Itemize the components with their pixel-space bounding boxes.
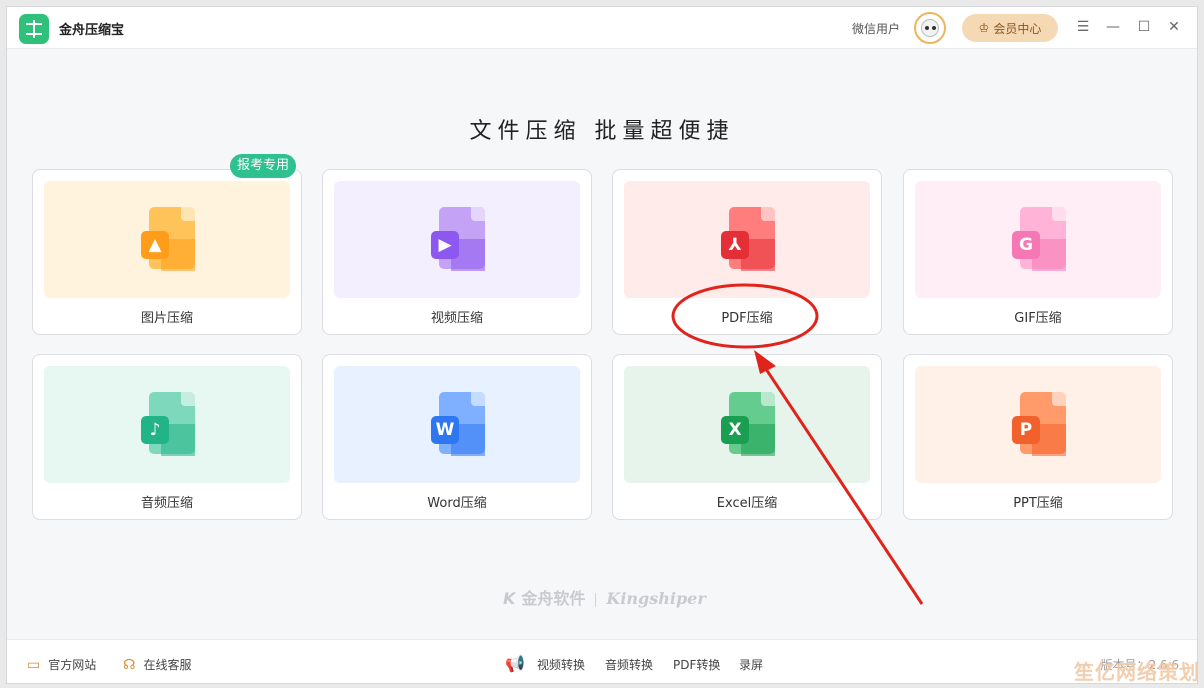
tool-card-label: GIF压缩 xyxy=(1014,311,1062,326)
tool-card-preview: ▲ xyxy=(44,181,290,298)
crown-icon: ♔ xyxy=(978,21,990,35)
file-type-badge: ⅄ xyxy=(721,231,749,259)
tool-card-2[interactable]: ⅄ PDF压缩 xyxy=(612,169,882,335)
tool-card-label: Excel压缩 xyxy=(716,496,778,511)
app-logo-icon xyxy=(19,14,49,44)
page-headline: 文件压缩 批量超便捷 xyxy=(469,119,735,144)
vip-center-button[interactable]: ♔ 会员中心 xyxy=(962,14,1058,42)
official-site-label: 官方网站 xyxy=(48,658,97,672)
tool-card-preview: X xyxy=(624,366,870,483)
brand-en: Kingshiper xyxy=(606,589,706,608)
tool-card-0[interactable]: ▲ 图片压缩 xyxy=(32,169,302,335)
title-bar: 金舟压缩宝 微信用户 ♔ 会员中心 ☰ — ☐ ✕ xyxy=(7,7,1197,49)
brand-cn: 金舟软件 xyxy=(521,589,586,608)
footer-bar: ▭ 官方网站 ☊ 在线客服 📢 视频转换 音频转换 PDF转换 录屏 版本号：2… xyxy=(7,639,1197,683)
online-service-label: 在线客服 xyxy=(143,658,192,672)
minimize-button[interactable]: — xyxy=(1103,17,1123,37)
tool-card-7[interactable]: P PPT压缩 xyxy=(903,354,1173,520)
tool-card-preview: W xyxy=(334,366,580,483)
kingshiper-logo-icon: K xyxy=(501,589,518,608)
menu-icon: ☰ xyxy=(1076,19,1090,35)
excel-file-icon: X xyxy=(717,386,781,460)
tool-card-5[interactable]: W Word压缩 xyxy=(322,354,592,520)
tool-card-4[interactable]: ♪ 音频压缩 xyxy=(32,354,302,520)
app-title: 金舟压缩宝 xyxy=(59,23,125,38)
file-type-badge: G xyxy=(1012,231,1040,259)
video-convert-link[interactable]: 视频转换 xyxy=(537,656,585,673)
file-type-badge: W xyxy=(431,416,459,444)
maximize-icon: ☐ xyxy=(1137,19,1151,35)
monitor-icon: ▭ xyxy=(27,656,41,673)
tool-card-preview: ⅄ xyxy=(624,181,870,298)
audio-convert-link[interactable]: 音频转换 xyxy=(605,656,653,673)
tool-card-preview: G xyxy=(915,181,1161,298)
video-file-icon: ▶ xyxy=(427,201,491,275)
image-file-icon: ▲ xyxy=(137,201,201,275)
ppt-file-icon: P xyxy=(1008,386,1072,460)
tool-card-3[interactable]: G GIF压缩 xyxy=(903,169,1173,335)
brand-watermark: K 金舟软件 Kingshiper xyxy=(501,585,706,609)
file-type-badge: ▶ xyxy=(431,231,459,259)
tool-card-preview: ♪ xyxy=(44,366,290,483)
tool-card-label: 图片压缩 xyxy=(140,311,193,326)
maximize-button[interactable]: ☐ xyxy=(1134,17,1154,37)
avatar[interactable] xyxy=(914,12,946,44)
close-icon: ✕ xyxy=(1168,19,1180,35)
tool-card-preview: P xyxy=(915,366,1161,483)
panda-avatar-icon xyxy=(921,19,939,37)
minimize-icon: — xyxy=(1106,19,1120,35)
pdf-file-icon: ⅄ xyxy=(717,201,781,275)
tool-card-1[interactable]: ▶ 视频压缩 xyxy=(322,169,592,335)
tool-card-label: 视频压缩 xyxy=(430,311,483,326)
pdf-convert-link[interactable]: PDF转换 xyxy=(673,656,720,673)
gif-file-icon: G xyxy=(1008,201,1072,275)
exam-badge: 报考专用 xyxy=(230,154,297,178)
file-type-badge: P xyxy=(1012,416,1040,444)
file-type-badge: ♪ xyxy=(141,416,169,444)
online-service-link[interactable]: ☊ 在线客服 xyxy=(123,656,191,673)
file-type-badge: ▲ xyxy=(141,231,169,259)
close-button[interactable]: ✕ xyxy=(1164,17,1184,37)
audio-file-icon: ♪ xyxy=(137,386,201,460)
user-name[interactable]: 微信用户 xyxy=(852,20,900,37)
tool-card-label: PDF压缩 xyxy=(721,311,773,326)
headset-icon: ☊ xyxy=(123,656,136,673)
official-site-link[interactable]: ▭ 官方网站 xyxy=(27,656,96,673)
corner-watermark: 笙亿网络策划 xyxy=(1074,660,1200,684)
tool-card-6[interactable]: X Excel压缩 xyxy=(612,354,882,520)
app-window: 金舟压缩宝 微信用户 ♔ 会员中心 ☰ — ☐ ✕ 文件压缩 批量超便捷 ▲ 图片… xyxy=(6,6,1198,684)
menu-button[interactable]: ☰ xyxy=(1073,17,1093,37)
tool-card-preview: ▶ xyxy=(334,181,580,298)
megaphone-icon: 📢 xyxy=(505,654,525,673)
screen-record-link[interactable]: 录屏 xyxy=(739,656,763,673)
tool-card-label: 音频压缩 xyxy=(140,496,193,511)
tool-card-label: Word压缩 xyxy=(427,496,487,511)
vip-center-label: 会员中心 xyxy=(993,21,1042,36)
tool-card-label: PPT压缩 xyxy=(1013,496,1063,511)
file-type-badge: X xyxy=(721,416,749,444)
word-file-icon: W xyxy=(427,386,491,460)
